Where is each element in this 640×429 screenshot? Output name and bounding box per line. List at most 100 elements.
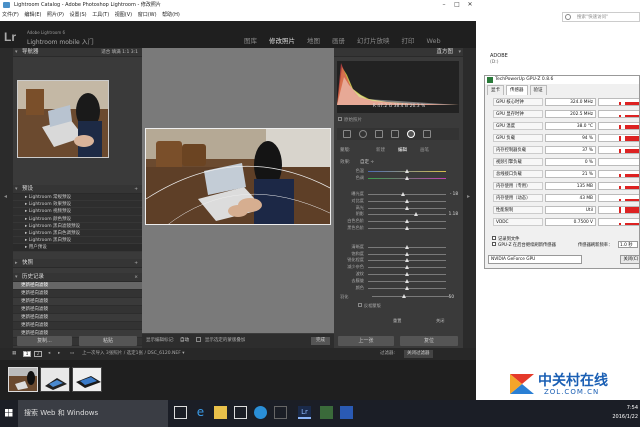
gpuz-tab-sensors[interactable]: 传感器 [506,85,528,95]
sensor-label[interactable]: 性能限制 [493,206,543,214]
right-collapse-arrow-icon[interactable]: ▸ [467,193,470,200]
filmstrip-info[interactable]: 上一次导入 3张照片 / 选定1张 / DSC_6120.NEF ▾ [82,348,185,360]
slider-knob[interactable] [404,218,409,223]
slider-knob[interactable] [404,278,409,283]
preset-folder[interactable]: ▸ Lightroom 黑白色调预设 [13,229,142,238]
grid-overlay-icon[interactable] [343,130,351,138]
gpuz-close-button[interactable]: 关闭(C) [620,255,639,264]
preset-folder[interactable]: ▸ Lightroom 常规预设 [13,194,142,202]
minimize-icon[interactable]: – [438,0,450,10]
reset-button[interactable]: 复位 [400,336,458,346]
sensor-label[interactable]: 内存控制器负载 [493,146,543,154]
explorer-search-input[interactable]: 搜索"快速访问" [562,12,640,22]
adjustment-brush-icon[interactable] [423,130,431,138]
invert-mask-checkbox[interactable] [358,303,362,307]
continue-refresh-row[interactable]: GPU-Z 在后台继续刷新传感器 [492,242,556,248]
sensor-label[interactable]: GPU 温度 [493,122,543,130]
add-snapshot-icon[interactable]: + [134,259,138,268]
module-print[interactable]: 打印 [402,37,415,45]
navigator-zoom-options[interactable]: 适合 填满 1:1 3:1 [101,48,138,57]
sensor-label[interactable]: 内存使用（专用） [493,182,543,190]
copy-button[interactable]: 复制... [17,336,72,346]
sensor-label[interactable]: VDDC [493,218,543,226]
slider-knob[interactable] [404,198,409,203]
start-button[interactable] [0,400,18,427]
preset-folder[interactable]: ▸ Lightroom 黑白预设 [13,237,142,245]
slider-knob[interactable] [413,211,418,216]
main-photo[interactable] [145,128,331,225]
app-icon[interactable] [274,406,287,419]
radial-filter-icon[interactable] [407,130,415,138]
maximize-icon[interactable]: □ [451,0,463,10]
menu-file[interactable]: 文件(F) [2,12,19,18]
left-collapse-arrow-icon[interactable]: ◂ [4,193,7,200]
slider-knob[interactable] [404,168,409,173]
effect-select[interactable]: 自定 ÷ [360,160,374,165]
forward-arrow-icon[interactable]: ▸ [58,348,60,360]
panel-close-button[interactable]: 关闭 [436,318,444,324]
mask-mode-select[interactable]: 自动 [180,338,189,343]
module-library[interactable]: 图库 [244,37,257,45]
original-photo-checkbox[interactable] [338,117,342,121]
original-photo-label[interactable]: 原始照片 [338,117,362,123]
red-eye-icon[interactable] [375,130,383,138]
log-to-file-checkbox[interactable] [492,236,496,240]
grid-view-icon[interactable]: ▦ [12,348,16,360]
close-icon[interactable]: ✕ [464,0,476,10]
refresh-rate-select[interactable]: 1.0 秒 [618,241,638,248]
sensor-label[interactable]: GPU 负载 [493,134,543,142]
clear-history-icon[interactable]: × [134,273,138,282]
menu-photo[interactable]: 照片(P) [47,12,64,18]
previous-button[interactable]: 上一张 [338,336,394,346]
mask-new-option[interactable]: 新建 [376,147,385,153]
gpuz-tab-card[interactable]: 显卡 [487,85,504,95]
menu-settings[interactable]: 设置(S) [70,12,87,18]
navigator-preview[interactable] [17,80,109,158]
navigator-header[interactable]: ▾ 导航器 适合 填满 1:1 3:1 [13,48,142,57]
drive-adobe-label[interactable]: ADOBE [490,53,508,59]
menu-edit[interactable]: 编辑(E) [24,12,41,18]
history-item[interactable]: 更新径向滤镜 [13,297,142,306]
menu-window[interactable]: 窗口(W) [138,12,157,18]
sensor-label[interactable]: 总线接口负载 [493,170,543,178]
feather-knob[interactable] [402,294,406,298]
history-item[interactable]: 更新径向滤镜 [13,321,142,330]
module-web[interactable]: Web [427,37,441,45]
filmstrip-thumbnail[interactable] [40,367,70,392]
gpuz-tab-validation[interactable]: 验证 [529,85,547,95]
task-view-icon[interactable] [174,406,187,419]
store-icon[interactable] [234,406,247,419]
slider-knob[interactable] [404,205,409,210]
menu-help[interactable]: 帮助(H) [162,12,180,18]
done-button[interactable]: 完成 [311,337,330,345]
mask-edit-option[interactable]: 编辑 [398,147,407,153]
snapshots-header[interactable]: ▸ 快照 + [13,258,142,268]
slider-knob[interactable] [404,251,409,256]
history-header[interactable]: ▾ 历史记录 × [13,272,142,282]
gpu-select[interactable]: NVIDIA GeForce GPU [488,255,582,264]
preset-folder[interactable]: ▸ Lightroom 效果预设 [13,201,142,209]
slider-knob[interactable] [401,191,406,196]
slider-knob[interactable] [404,175,409,180]
lightroom-taskbar-icon[interactable]: Lr [298,406,311,419]
app-icon[interactable] [254,406,267,419]
preset-folder[interactable]: ▸ Lightroom 黑白滤镜预设 [13,222,142,230]
histogram-header[interactable]: 直方图 ▾ [334,48,463,57]
graduated-filter-icon[interactable] [391,130,399,138]
filmstrip-thumbnail[interactable] [72,367,102,392]
slider-knob[interactable] [404,264,409,269]
filter-select[interactable]: 关闭过滤器 [404,350,433,358]
app-icon[interactable] [340,406,353,419]
slider-knob[interactable] [404,257,409,262]
brand-line-2[interactable]: Lightroom mobile 入门 [27,37,94,46]
edge-browser-icon[interactable]: e [194,406,207,419]
add-preset-icon[interactable]: + [134,185,138,194]
file-explorer-icon[interactable] [214,406,227,419]
back-arrow-icon[interactable]: ◂ [48,348,50,360]
history-item[interactable]: 更新径向滤镜 [13,313,142,322]
module-map[interactable]: 地图 [307,37,320,45]
slider-track[interactable] [368,214,446,215]
slider-track[interactable] [368,194,446,195]
preset-folder[interactable]: ▸ 用户预设 [13,244,142,252]
menu-tools[interactable]: 工具(T) [92,12,109,18]
